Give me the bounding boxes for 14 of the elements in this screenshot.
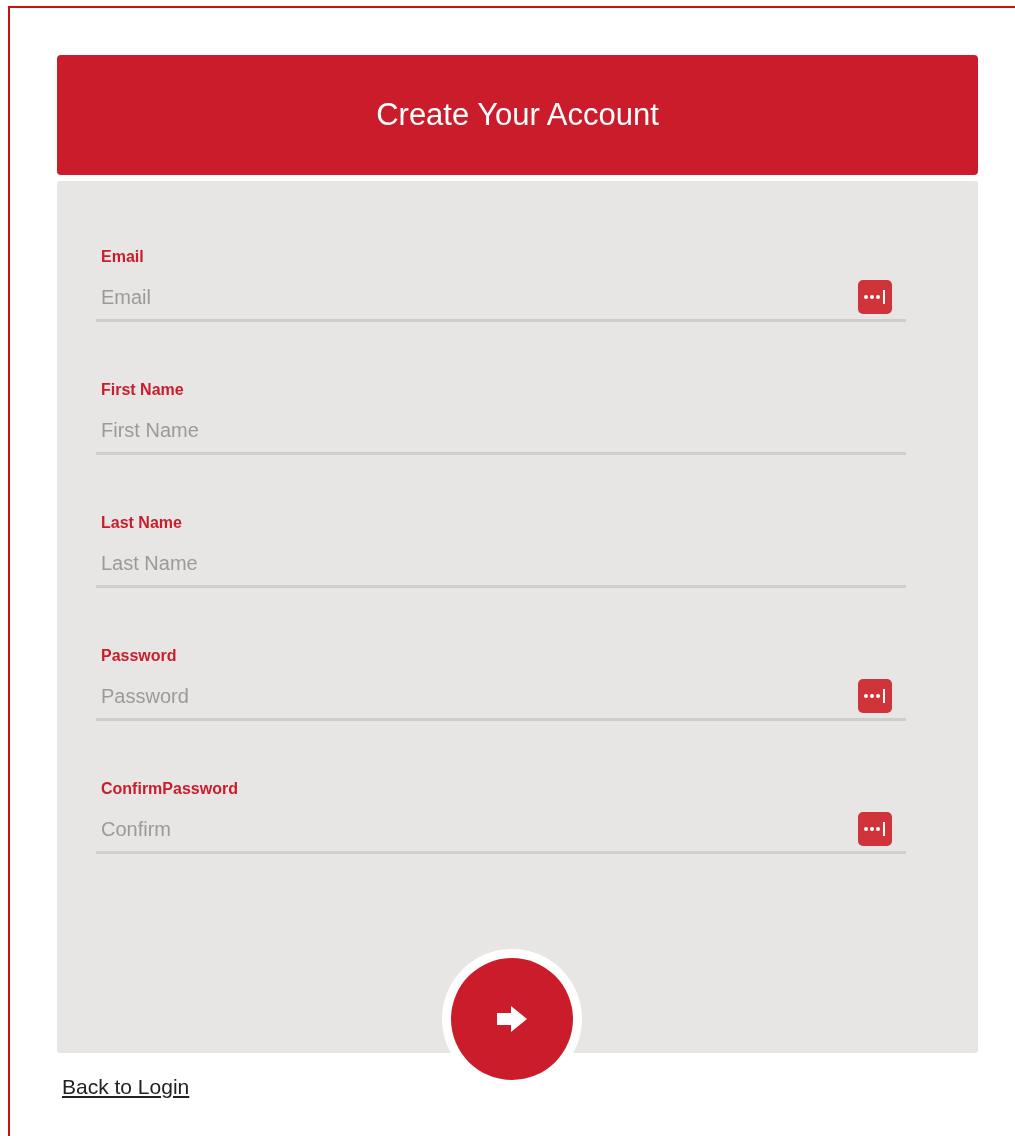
back-to-login-link[interactable]: Back to Login (62, 1075, 190, 1099)
field-label: Email (100, 247, 145, 267)
input-field[interactable]: Last Name (96, 541, 906, 588)
field-label: Last Name (100, 513, 183, 533)
field-label: ConfirmPassword (100, 779, 239, 799)
arrow-right-icon (496, 1005, 528, 1033)
input-field[interactable]: First Name (96, 408, 906, 455)
field-label: First Name (100, 380, 185, 400)
form-title: Create Your Account (376, 97, 659, 133)
dots-icon[interactable] (858, 679, 892, 713)
submit-button[interactable] (451, 958, 573, 1080)
field-label: Password (100, 646, 178, 666)
dots-icon[interactable] (858, 812, 892, 846)
dots-icon[interactable] (858, 280, 892, 314)
